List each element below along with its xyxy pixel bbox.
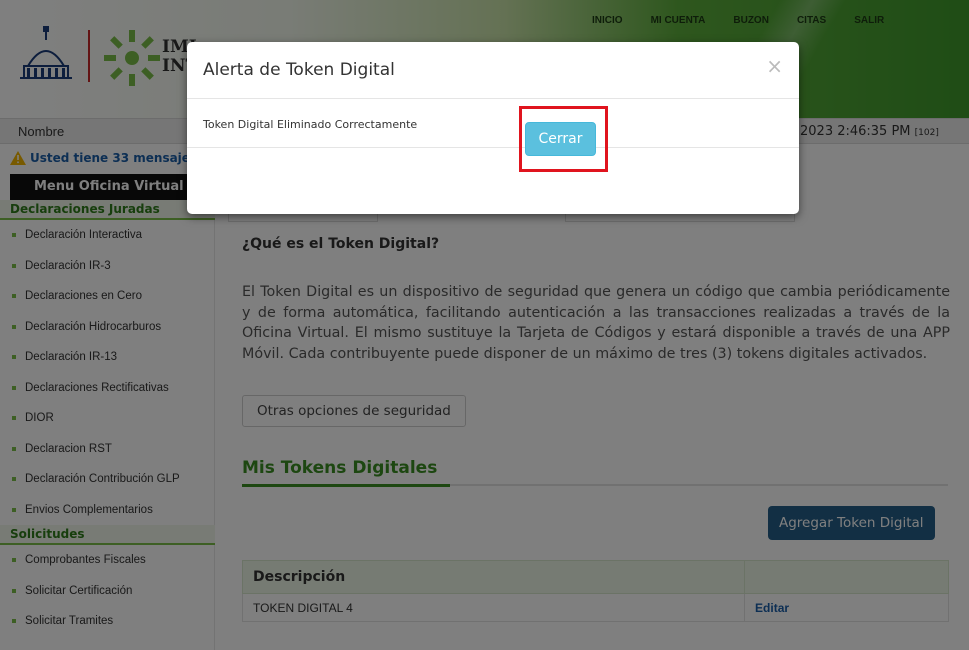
modal-title: Alerta de Token Digital (203, 60, 395, 80)
close-modal-button[interactable]: Cerrar (525, 122, 596, 156)
modal-message: Token Digital Eliminado Correctamente (187, 99, 799, 148)
token-alert-modal: Alerta de Token Digital × Token Digital … (187, 42, 799, 214)
close-icon[interactable]: × (766, 54, 783, 78)
modal-footer (187, 148, 799, 213)
modal-header: Alerta de Token Digital × (187, 42, 799, 99)
